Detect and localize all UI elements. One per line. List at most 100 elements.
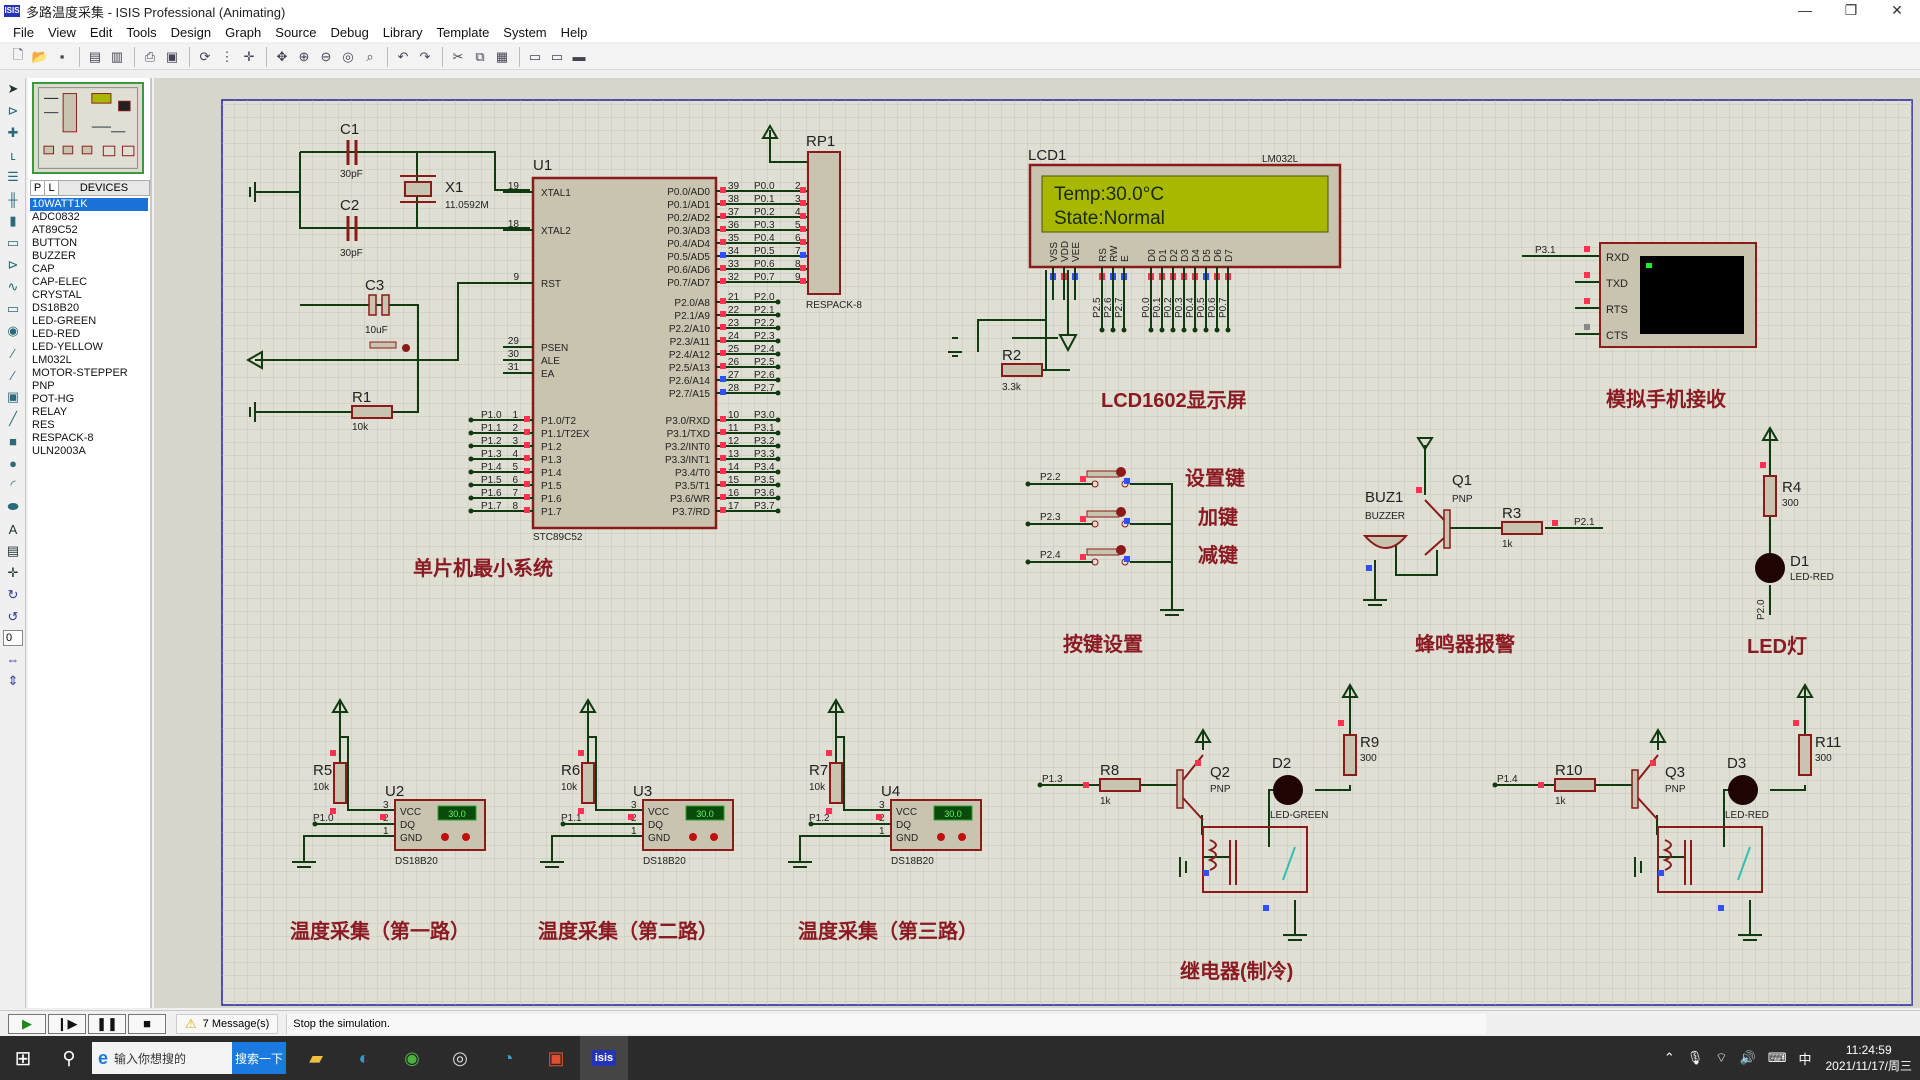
- cut-icon[interactable]: ✂: [448, 47, 468, 67]
- terminal-icon[interactable]: ▭: [0, 232, 26, 254]
- block-rotate-icon[interactable]: ▬: [569, 47, 589, 67]
- text-icon[interactable]: A: [0, 518, 26, 540]
- undo-icon[interactable]: ↶: [393, 47, 413, 67]
- zoom-all-icon[interactable]: ◎: [338, 47, 358, 67]
- device-item[interactable]: CAP: [30, 263, 148, 276]
- menu-library[interactable]: Library: [376, 25, 430, 40]
- qq-browser-icon[interactable]: ◔: [484, 1036, 532, 1080]
- play-button[interactable]: ▶: [8, 1013, 46, 1034]
- device-item[interactable]: 10WATT1K: [30, 198, 148, 211]
- windows-start-icon[interactable]: ⊞: [0, 1036, 46, 1080]
- taskbar-search-button[interactable]: 搜索一下: [232, 1042, 286, 1074]
- origin-icon[interactable]: ✛: [239, 47, 259, 67]
- close-button[interactable]: ✕: [1874, 0, 1920, 22]
- export-icon[interactable]: ▥: [107, 47, 127, 67]
- menu-template[interactable]: Template: [430, 25, 497, 40]
- menu-help[interactable]: Help: [554, 25, 595, 40]
- pause-button[interactable]: ❚❚: [88, 1013, 126, 1034]
- marker-icon[interactable]: ✛: [0, 562, 26, 584]
- push-button[interactable]: [1086, 470, 1120, 478]
- symbol-icon[interactable]: ▤: [0, 540, 26, 562]
- ime-indicator[interactable]: 中: [1798, 1049, 1811, 1068]
- menu-view[interactable]: View: [41, 25, 83, 40]
- keyboard-icon[interactable]: ⌨: [1768, 1050, 1787, 1066]
- device-item[interactable]: LED-GREEN: [30, 315, 148, 328]
- generator-icon[interactable]: ◉: [0, 320, 26, 342]
- show-hidden-icons-icon[interactable]: ⌃: [1664, 1050, 1675, 1066]
- device-item[interactable]: RESPACK-8: [30, 432, 148, 445]
- virtual-instrument-icon[interactable]: ▣: [0, 386, 26, 408]
- taskbar-search-box[interactable]: e 输入你想搜的: [92, 1042, 232, 1074]
- bus-icon[interactable]: ╫: [0, 188, 26, 210]
- menu-graph[interactable]: Graph: [218, 25, 268, 40]
- push-button[interactable]: [1086, 548, 1120, 556]
- device-item[interactable]: POT-HG: [30, 393, 148, 406]
- restore-button[interactable]: ❐: [1828, 0, 1874, 22]
- device-item[interactable]: RES: [30, 419, 148, 432]
- device-item[interactable]: AT89C52: [30, 224, 148, 237]
- microphone-icon[interactable]: 🎙: [1687, 1050, 1704, 1066]
- search-icon[interactable]: ⚲: [46, 1036, 92, 1080]
- line-icon[interactable]: ╱: [0, 408, 26, 430]
- powerpoint-icon[interactable]: ▣: [532, 1036, 580, 1080]
- box-icon[interactable]: ■: [0, 430, 26, 452]
- text-script-icon[interactable]: ☰: [0, 166, 26, 188]
- selection-mode-icon[interactable]: ➤: [0, 78, 26, 100]
- redo-icon[interactable]: ↷: [415, 47, 435, 67]
- edge-icon[interactable]: ◐: [340, 1036, 388, 1080]
- mirror-y-icon[interactable]: ⇕: [0, 670, 26, 692]
- menu-system[interactable]: System: [496, 25, 553, 40]
- schematic-canvas[interactable]: C1 30pF C2 30pF X1 11.0592M C3 10uF R1 1…: [154, 78, 1920, 1008]
- volume-icon[interactable]: 🔊: [1740, 1050, 1756, 1066]
- copy-icon[interactable]: ⧉: [470, 47, 490, 67]
- messages-indicator[interactable]: ⚠ 7 Message(s): [176, 1013, 279, 1034]
- zoom-in-icon[interactable]: ⊕: [294, 47, 314, 67]
- save-icon[interactable]: ▪: [52, 47, 72, 67]
- device-item[interactable]: ULN2003A: [30, 445, 148, 458]
- voltage-probe-icon[interactable]: ⁄: [0, 342, 26, 364]
- device-item[interactable]: CAP-ELEC: [30, 276, 148, 289]
- obs-icon[interactable]: ◎: [436, 1036, 484, 1080]
- current-probe-icon[interactable]: ⁄: [0, 364, 26, 386]
- menu-debug[interactable]: Debug: [323, 25, 375, 40]
- file-explorer-icon[interactable]: ▰: [292, 1036, 340, 1080]
- zoom-out-icon[interactable]: ⊖: [316, 47, 336, 67]
- print-area-icon[interactable]: ▣: [162, 47, 182, 67]
- menu-file[interactable]: File: [6, 25, 41, 40]
- pan-icon[interactable]: ✥: [272, 47, 292, 67]
- wire-label-icon[interactable]: ʟ: [0, 144, 26, 166]
- menu-edit[interactable]: Edit: [83, 25, 119, 40]
- schematic-svg[interactable]: C1 30pF C2 30pF X1 11.0592M C3 10uF R1 1…: [154, 78, 1920, 1008]
- open-folder-icon[interactable]: 📂: [30, 47, 50, 67]
- print-icon[interactable]: ⎙: [140, 47, 160, 67]
- step-button[interactable]: ❙▶: [48, 1013, 86, 1034]
- block-move-icon[interactable]: ▭: [547, 47, 567, 67]
- subcircuit-icon[interactable]: ▮: [0, 210, 26, 232]
- 360-browser-icon[interactable]: ◉: [388, 1036, 436, 1080]
- paste-icon[interactable]: ▦: [492, 47, 512, 67]
- new-file-icon[interactable]: 🗋: [8, 47, 28, 67]
- device-item[interactable]: LED-RED: [30, 328, 148, 341]
- import-icon[interactable]: ▤: [85, 47, 105, 67]
- device-pin-icon[interactable]: ⊳: [0, 254, 26, 276]
- device-item[interactable]: BUTTON: [30, 237, 148, 250]
- device-item[interactable]: ADC0832: [30, 211, 148, 224]
- menu-source[interactable]: Source: [268, 25, 323, 40]
- device-item[interactable]: RELAY: [30, 406, 148, 419]
- mirror-x-icon[interactable]: ⇔: [0, 648, 26, 670]
- arc-icon[interactable]: ◜: [0, 474, 26, 496]
- network-icon[interactable]: ⌔: [1715, 1050, 1727, 1066]
- menu-design[interactable]: Design: [164, 25, 218, 40]
- graph-icon[interactable]: ∿: [0, 276, 26, 298]
- overview-window[interactable]: [32, 82, 144, 174]
- path-icon[interactable]: ⬬: [0, 496, 26, 518]
- minimize-button[interactable]: —: [1782, 0, 1828, 22]
- device-item[interactable]: CRYSTAL: [30, 289, 148, 302]
- device-item[interactable]: BUZZER: [30, 250, 148, 263]
- library-manager-button[interactable]: L: [45, 181, 59, 195]
- rotate-ccw-icon[interactable]: ↺: [0, 606, 26, 628]
- stop-button[interactable]: ■: [128, 1013, 166, 1034]
- component-mode-icon[interactable]: ⊳: [0, 100, 26, 122]
- device-item[interactable]: LED-YELLOW: [30, 341, 148, 354]
- block-copy-icon[interactable]: ▭: [525, 47, 545, 67]
